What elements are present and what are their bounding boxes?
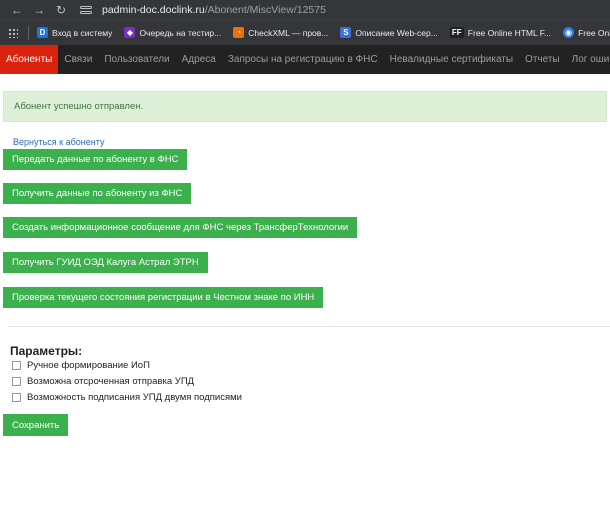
nav-item-links[interactable]: Связи: [58, 45, 98, 74]
param-deferred-upd[interactable]: Возможна отсроченная отправка УПД: [12, 376, 194, 387]
bookmark-item[interactable]: ◔ CheckXML — пров...: [233, 27, 328, 38]
bookmark-label: Free Online GUID G...: [578, 27, 610, 38]
forward-arrow-icon[interactable]: →: [28, 3, 50, 17]
bookmark-favicon-icon: ◔: [233, 27, 245, 38]
nav-item-users[interactable]: Пользователи: [98, 45, 175, 74]
create-info-message-button[interactable]: Создать информационное сообщение для ФНС…: [3, 217, 358, 238]
reload-icon[interactable]: ↻: [50, 3, 72, 17]
get-from-fns-button[interactable]: Получить данные по абоненту из ФНС: [3, 183, 192, 204]
bookmark-favicon-icon: D: [37, 27, 48, 38]
back-to-abonent-link[interactable]: Вернуться к абоненту: [13, 137, 104, 147]
bookmark-favicon-icon: ◆: [124, 27, 136, 38]
bookmarks-bar: D Вход в систему ◆ Очередь на тестир... ◔ C…: [0, 19, 610, 45]
params-title: Параметры:: [10, 344, 83, 358]
apps-grid-icon[interactable]: [8, 27, 18, 38]
main-nav: Абоненты Связи Пользователи Адреса Запро…: [0, 45, 610, 74]
nav-item-invalid-certificates[interactable]: Невалидные сертификаты: [384, 45, 519, 74]
bookmark-label: Очередь на тестир...: [139, 27, 222, 38]
nav-item-reports[interactable]: Отчеты: [519, 45, 566, 74]
bookmark-item[interactable]: FF Free Online HTML F...: [449, 27, 552, 38]
url-host: padmin-doc.doclink.ru: [102, 3, 205, 16]
nav-item-addresses[interactable]: Адреса: [176, 45, 222, 74]
bookmark-label: CheckXML — пров...: [248, 27, 329, 38]
bookmarks-separator: [28, 25, 29, 40]
bookmark-favicon-icon: S: [340, 27, 352, 38]
bookmark-favicon-icon: ◉: [563, 27, 575, 38]
url-path: /Abonent/MiscView/12575: [204, 3, 326, 16]
browser-address-bar: ← → ↻ padmin-doc.doclink.ru/Abonent/Misc…: [0, 0, 610, 19]
bookmark-label: Описание Web-сер...: [355, 27, 438, 38]
get-guid-button[interactable]: Получить ГУИД ОЭД Калуга Астрал ЭТРН: [3, 252, 208, 273]
nav-item-abonents[interactable]: Абоненты: [0, 45, 59, 74]
nav-item-fns-requests[interactable]: Запросы на регистрацию в ФНС: [222, 45, 384, 74]
bookmark-item[interactable]: D Вход в систему: [37, 27, 112, 38]
param-label: Возможна отсроченная отправка УПД: [27, 376, 195, 387]
bookmark-label: Вход в систему: [52, 27, 113, 38]
param-manual-iop[interactable]: Ручное формирование ИоП: [12, 360, 150, 371]
site-info-icon[interactable]: [80, 5, 94, 15]
save-button[interactable]: Сохранить: [3, 414, 69, 436]
send-to-fns-button[interactable]: Передать данные по абоненту в ФНС: [3, 149, 188, 170]
checkbox[interactable]: [12, 393, 21, 402]
check-registration-button[interactable]: Проверка текущего состояния регистрации …: [3, 287, 324, 308]
back-arrow-icon[interactable]: ←: [6, 3, 28, 17]
bookmark-item[interactable]: ◉Free Online GUID G...: [563, 27, 610, 38]
checkbox[interactable]: [12, 377, 21, 386]
success-alert: Абонент успешно отправлен.: [3, 91, 607, 122]
section-divider: [8, 326, 610, 327]
bookmark-favicon-icon: FF: [449, 27, 464, 38]
bookmark-item[interactable]: S Описание Web-сер...: [340, 27, 438, 38]
bookmark-label: Free Online HTML F...: [467, 27, 552, 38]
bookmark-item[interactable]: ◆ Очередь на тестир...: [124, 27, 221, 38]
nav-item-error-log[interactable]: Лог ошибок: [566, 45, 610, 74]
param-label: Возможность подписания УПД двумя подпися…: [27, 392, 242, 403]
url-field[interactable]: padmin-doc.doclink.ru/Abonent/MiscView/1…: [102, 4, 326, 16]
param-label: Ручное формирование ИоП: [27, 360, 150, 371]
param-two-signatures[interactable]: Возможность подписания УПД двумя подпися…: [12, 392, 242, 403]
checkbox[interactable]: [12, 361, 21, 370]
